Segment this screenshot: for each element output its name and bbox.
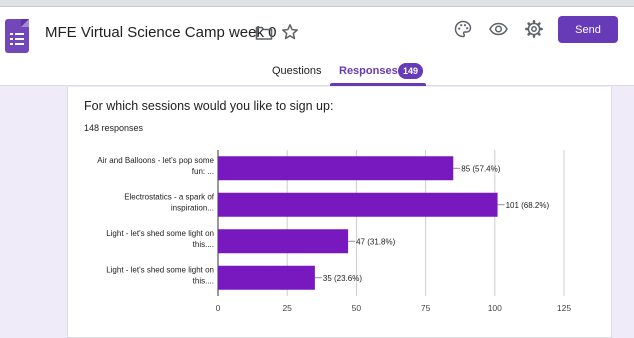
chart-data-label: 35 (23.6%) (323, 274, 362, 283)
chart-x-tick-label: 125 (557, 303, 571, 313)
eye-icon[interactable] (489, 20, 508, 38)
folder-icon[interactable] (255, 25, 273, 41)
chart-category-label: this.... (193, 276, 214, 285)
response-count: 148 responses (84, 123, 144, 133)
chart-category-label: Light - let's shed some light on (106, 229, 214, 238)
forms-logo-icon[interactable] (5, 19, 29, 53)
chart-bar (218, 229, 349, 254)
chart-x-tick-label: 75 (421, 303, 431, 313)
chart-x-tick-label: 100 (488, 303, 502, 313)
chart-data-label: 101 (68.2%) (506, 201, 550, 210)
send-button[interactable]: Send (558, 16, 618, 43)
doc-title[interactable]: MFE Virtual Science Camp week 0 (45, 24, 276, 41)
browser-strip (0, 0, 634, 7)
chart-bar (218, 192, 498, 217)
chart-category-label: fun: ... (192, 167, 214, 176)
star-icon[interactable] (281, 23, 299, 41)
question-title: For which sessions would you like to sig… (84, 99, 334, 113)
chart-svg: 0 25 50 75 100 125 85 (57.4%) Air and Balloons … (97, 150, 571, 313)
gear-icon[interactable] (524, 19, 544, 39)
responses-count-badge: 149 (398, 63, 424, 79)
chart-category-label: this.... (193, 240, 214, 249)
palette-icon[interactable] (454, 20, 472, 38)
chart-category-label: Air and Balloons - let's pop some (97, 156, 214, 165)
chart-data-label: 47 (31.8%) (356, 237, 395, 246)
chart-bar (218, 156, 454, 181)
chart-category-label: Electrostatics - a spark of (124, 192, 215, 201)
tab-responses[interactable]: Responses (339, 65, 398, 77)
chart-data-label: 85 (57.4%) (461, 164, 500, 173)
app-header: MFE Virtual Science Camp week 0 Send Que… (0, 7, 634, 86)
chart-category-label: Light - let's shed some light on (106, 265, 214, 274)
chart-x-tick-label: 0 (216, 303, 221, 313)
chart-bar (218, 265, 315, 290)
active-tab-indicator (330, 83, 426, 86)
chart-x-tick-label: 25 (282, 303, 292, 313)
chart-category-label: inspiration... (171, 203, 214, 212)
tab-questions[interactable]: Questions (272, 65, 322, 77)
chart-x-tick-label: 50 (352, 303, 362, 313)
responses-bar-chart: 0 25 50 75 100 125 85 (57.4%) Air and Balloons … (80, 145, 580, 320)
